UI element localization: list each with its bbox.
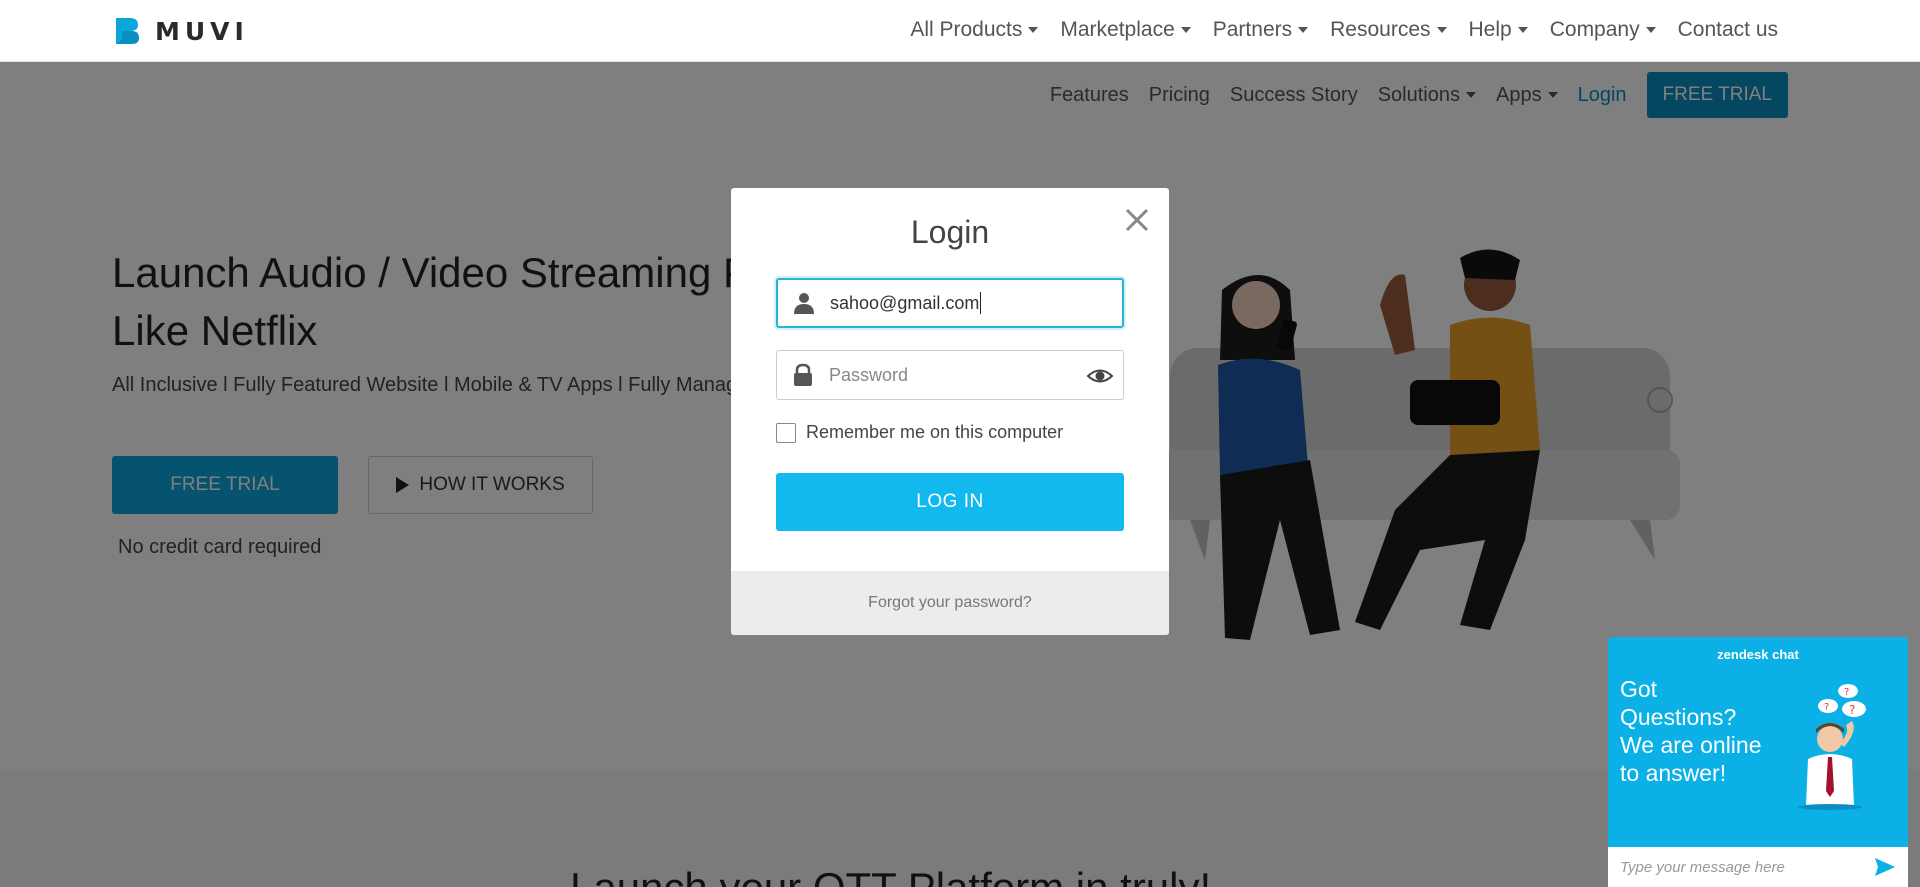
caret-down-icon [1180,27,1191,33]
remember-me-label: Remember me on this computer [806,422,1064,442]
nav-label: Partners [1212,18,1293,41]
top-nav: All Products Marketplace Partners Resour… [910,18,1778,42]
top-header: MUVI All Products Marketplace Partners R… [0,0,1920,62]
nav-help[interactable]: Help [1469,18,1528,42]
password-field[interactable]: Password [776,350,1124,400]
nav-label: Company [1549,18,1640,41]
caret-down-icon [1645,27,1656,33]
chat-input-placeholder: Type your message here [1620,858,1785,876]
email-value: sahoo@gmail.com [830,292,980,313]
remember-me-checkbox[interactable] [776,422,796,443]
nav-label: Contact us [1677,18,1778,41]
caret-down-icon [1436,27,1447,33]
eye-icon[interactable] [1087,364,1113,388]
nav-label: Resources [1330,18,1431,41]
remember-me[interactable]: Remember me on this computer [776,422,1063,443]
nav-company[interactable]: Company [1550,18,1656,42]
nav-label: Help [1468,18,1512,41]
svg-text:?: ? [1849,703,1855,717]
chat-widget-brand: zendesk chat [1717,647,1799,662]
modal-footer: Forgot your password? [731,571,1169,635]
password-placeholder: Password [829,364,909,385]
nav-resources[interactable]: Resources [1330,18,1447,42]
caret-down-icon [1517,27,1528,33]
user-icon [794,293,814,314]
brand-name: MUVI [155,16,249,46]
forgot-password-link[interactable]: Forgot your password? [868,594,1032,612]
lock-icon [794,363,812,386]
chat-input-bar[interactable]: Type your message here [1608,847,1908,887]
nav-label: Marketplace [1060,18,1175,41]
nav-contact-us[interactable]: Contact us [1678,18,1778,42]
muvi-logo[interactable]: MUVI [112,14,249,48]
caret-down-icon [1298,27,1309,33]
caret-down-icon [1028,27,1039,33]
log-in-button[interactable]: LOG IN [776,473,1124,531]
nav-partners[interactable]: Partners [1212,18,1309,42]
email-field[interactable]: sahoo@gmail.com [776,278,1124,328]
login-modal: Login sahoo@gmail.com Password Remember … [731,188,1169,635]
modal-title: Login [910,214,990,250]
close-icon[interactable] [1123,206,1151,234]
svg-text:?: ? [1844,687,1849,698]
nav-marketplace[interactable]: Marketplace [1060,18,1191,42]
nav-all-products[interactable]: All Products [910,18,1039,42]
nav-label: All Products [910,18,1023,41]
chat-widget-message: Got Questions? We are online to answer! [1620,676,1762,786]
text-cursor [980,292,982,314]
muvi-logo-icon [116,18,139,44]
send-icon[interactable] [1874,857,1896,877]
chat-widget[interactable]: zendesk chat Got Questions? We are onlin… [1608,637,1908,887]
support-person-icon: ? ? ? [1798,684,1866,810]
svg-text:?: ? [1824,702,1829,713]
